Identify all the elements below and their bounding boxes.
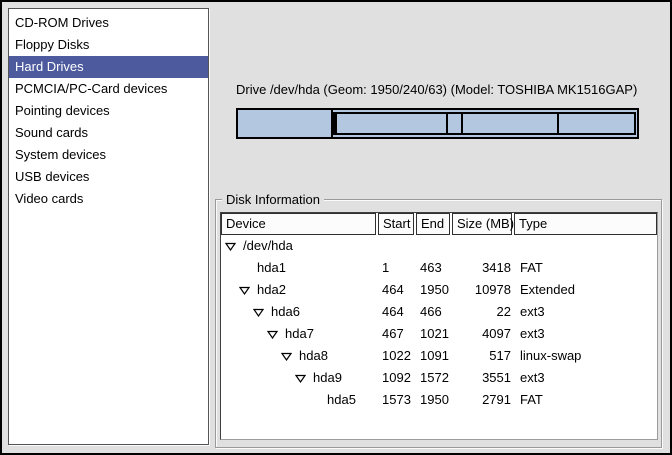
drive-title: Drive /dev/hda (Geom: 1950/240/63) (Mode… [236, 82, 637, 97]
start-cell: 464 [378, 279, 416, 301]
expander-triangle-icon[interactable] [267, 330, 285, 339]
sidebar-item-hard-drives[interactable]: Hard Drives [9, 56, 208, 78]
expander-triangle-icon[interactable] [295, 374, 313, 383]
type-cell: ext3 [514, 301, 657, 323]
expander-triangle-icon[interactable] [281, 352, 299, 361]
table-row[interactable]: hda8 1022 1091 517 linux-swap [221, 345, 657, 367]
size-cell: 2791 [452, 389, 514, 411]
start-cell: 1573 [378, 389, 416, 411]
disk-information-groupbox: Disk Information Device Start End Size (… [215, 199, 662, 448]
end-cell: 463 [416, 257, 452, 279]
start-cell [378, 235, 416, 257]
column-header-device[interactable]: Device [221, 213, 376, 235]
sidebar-item-cdrom-drives[interactable]: CD-ROM Drives [9, 12, 208, 34]
sidebar-item-video-cards[interactable]: Video cards [9, 188, 208, 210]
partition-segment-hda2 [333, 112, 636, 135]
start-cell: 1092 [378, 367, 416, 389]
disk-information-label: Disk Information [222, 192, 324, 207]
disk-table-body: /dev/hda hda1 1 463 3418 FAT [221, 235, 657, 411]
table-row[interactable]: hda9 1092 1572 3551 ext3 [221, 367, 657, 389]
end-cell [416, 235, 452, 257]
hardware-browser-window: { "colors": { "selection_background": "#… [0, 0, 672, 455]
start-cell: 1 [378, 257, 416, 279]
type-cell: FAT [514, 257, 657, 279]
table-row[interactable]: hda1 1 463 3418 FAT [221, 257, 657, 279]
type-cell: linux-swap [514, 345, 657, 367]
device-name: hda9 [313, 367, 342, 389]
column-header-type[interactable]: Type [514, 213, 657, 235]
end-cell: 1950 [416, 279, 452, 301]
size-cell: 22 [452, 301, 514, 323]
partition-segment-hda9 [463, 114, 560, 133]
column-header-end[interactable]: End [416, 213, 450, 235]
column-header-start[interactable]: Start [378, 213, 414, 235]
end-cell: 1021 [416, 323, 452, 345]
size-cell: 4097 [452, 323, 514, 345]
end-cell: 466 [416, 301, 452, 323]
disk-table-header: Device Start End Size (MB) Type [221, 213, 657, 235]
table-row[interactable]: /dev/hda [221, 235, 657, 257]
end-cell: 1572 [416, 367, 452, 389]
partition-segment-hda1 [238, 110, 333, 137]
end-cell: 1091 [416, 345, 452, 367]
expander-triangle-icon[interactable] [239, 286, 257, 295]
partition-segment-hda5 [559, 114, 635, 133]
sidebar-item-pointing-devices[interactable]: Pointing devices [9, 100, 208, 122]
table-row[interactable]: hda2 464 1950 10978 Extended [221, 279, 657, 301]
type-cell: ext3 [514, 367, 657, 389]
partition-bar [236, 108, 639, 139]
column-header-size[interactable]: Size (MB) [452, 213, 512, 235]
type-cell [514, 235, 657, 257]
device-category-list: CD-ROM Drives Floppy Disks Hard Drives P… [8, 8, 209, 445]
start-cell: 464 [378, 301, 416, 323]
table-row[interactable]: hda6 464 466 22 ext3 [221, 301, 657, 323]
table-row[interactable]: hda7 467 1021 4097 ext3 [221, 323, 657, 345]
disk-table: Device Start End Size (MB) Type /dev/hda [220, 212, 658, 440]
type-cell: ext3 [514, 323, 657, 345]
size-cell [452, 235, 514, 257]
sidebar-item-usb-devices[interactable]: USB devices [9, 166, 208, 188]
device-name: /dev/hda [243, 235, 293, 257]
sidebar-item-pcmcia-devices[interactable]: PCMCIA/PC-Card devices [9, 78, 208, 100]
expander-triangle-icon[interactable] [253, 308, 271, 317]
partition-segment-hda8 [448, 114, 462, 133]
type-cell: Extended [514, 279, 657, 301]
device-name: hda8 [299, 345, 328, 367]
end-cell: 1950 [416, 389, 452, 411]
sidebar-item-sound-cards[interactable]: Sound cards [9, 122, 208, 144]
start-cell: 467 [378, 323, 416, 345]
device-name: hda7 [285, 323, 314, 345]
device-name: hda5 [327, 389, 356, 411]
sidebar-item-system-devices[interactable]: System devices [9, 144, 208, 166]
size-cell: 3551 [452, 367, 514, 389]
table-row[interactable]: hda5 1573 1950 2791 FAT [221, 389, 657, 411]
size-cell: 10978 [452, 279, 514, 301]
partition-segment-hda7 [337, 114, 449, 133]
type-cell: FAT [514, 389, 657, 411]
device-name: hda1 [257, 257, 286, 279]
size-cell: 3418 [452, 257, 514, 279]
device-name: hda2 [257, 279, 286, 301]
device-name: hda6 [271, 301, 300, 323]
size-cell: 517 [452, 345, 514, 367]
start-cell: 1022 [378, 345, 416, 367]
expander-triangle-icon[interactable] [225, 242, 243, 251]
sidebar-item-floppy-disks[interactable]: Floppy Disks [9, 34, 208, 56]
